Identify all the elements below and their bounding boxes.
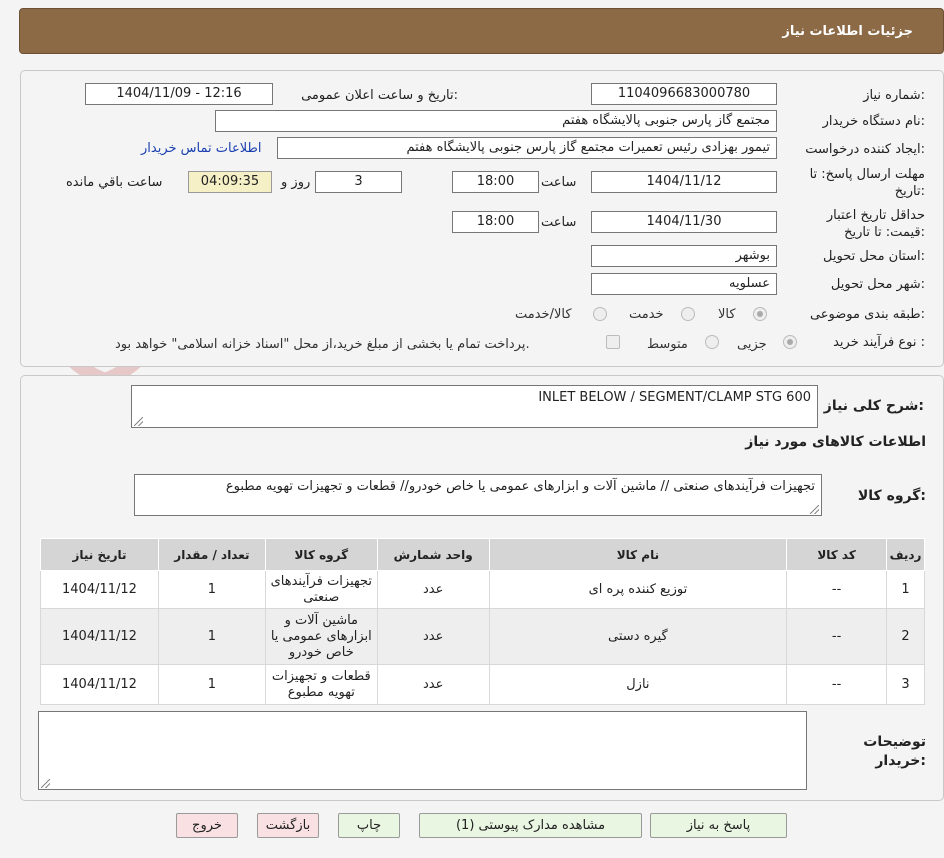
cell-need-date: 1404/11/12 [40, 570, 159, 609]
remaining-time-field: 04:09:35 [188, 171, 272, 193]
cell-quantity: 1 [157, 664, 266, 705]
cell-unit: عدد [376, 664, 490, 705]
announce-field: 1404/11/09 - 12:16 [85, 83, 273, 105]
process-medium-label: متوسط [647, 337, 688, 352]
validity-date-field: 1404/11/30 [591, 211, 777, 233]
table-row: 1 -- توزیع کننده پره ای عدد تجهیزات فرآی… [40, 570, 925, 609]
cell-goods-code: -- [786, 570, 888, 609]
table-row: 2 -- گیره دستی عدد ماشین آلات و ابزارهای… [40, 608, 925, 665]
contact-buyer-link[interactable]: اطلاعات تماس خریدار [141, 141, 261, 156]
treasury-payment-checkbox[interactable] [606, 335, 620, 349]
creator-field: تیمور بهزادی رئیس تعمیرات مجتمع گاز پارس… [277, 137, 777, 159]
print-button[interactable]: چاپ [338, 813, 400, 838]
need-number-field: 1104096683000780 [591, 83, 777, 105]
goods-group-text: تجهیزات فرآیندهای صنعتی // ماشین آلات و … [225, 479, 815, 494]
cell-goods-name: توزیع کننده پره ای [488, 570, 788, 609]
cell-quantity: 1 [157, 570, 266, 609]
col-row-number: ردیف [886, 538, 925, 571]
buyer-org-field: مجتمع گاز پارس جنوبی پالایشگاه هفتم [215, 110, 777, 132]
exit-button[interactable]: خروج [176, 813, 238, 838]
goods-group-textarea[interactable]: تجهیزات فرآیندهای صنعتی // ماشین آلات و … [134, 474, 822, 516]
cell-quantity: 1 [157, 608, 266, 665]
deadline-label: مهلت ارسال پاسخ: تا تاریخ: [809, 167, 925, 199]
category-both-radio[interactable] [593, 307, 607, 321]
cell-unit: عدد [376, 570, 490, 609]
description-label: شرح کلی نیاز: [823, 398, 924, 414]
category-goods-radio[interactable] [753, 307, 767, 321]
cell-goods-group: قطعات و تجهیزات تهویه مطبوع [264, 664, 378, 705]
table-row: 3 -- نازل عدد قطعات و تجهیزات تهویه مطبو… [40, 664, 925, 705]
process-minor-radio[interactable] [783, 335, 797, 349]
deadline-time-field: 18:00 [452, 171, 539, 193]
process-label: نوع فرآیند خرید : [833, 335, 925, 350]
category-service-label: خدمت [629, 307, 664, 322]
category-label: طبقه بندی موضوعی: [809, 307, 925, 322]
deadline-date-field: 1404/11/12 [591, 171, 777, 193]
col-quantity: تعداد / مقدار [157, 538, 266, 571]
description-text: INLET BELOW / SEGMENT/CLAMP STG 600 [538, 390, 811, 405]
province-field: بوشهر [591, 245, 777, 267]
payment-note: پرداخت تمام یا بخشی از مبلغ خرید،از محل … [115, 337, 530, 352]
need-number-label: شماره نیاز: [863, 88, 925, 103]
table-header-row: ردیف کد کالا نام کالا واحد شمارش گروه کا… [40, 538, 925, 571]
buyer-org-label: نام دستگاه خریدار: [822, 114, 925, 129]
cell-need-date: 1404/11/12 [40, 608, 159, 665]
cell-goods-group: ماشین آلات و ابزارهای عمومی یا خاص خودرو [264, 608, 378, 665]
col-need-date: تاریخ نیاز [40, 538, 159, 571]
validity-time-field: 18:00 [452, 211, 539, 233]
cell-unit: عدد [376, 608, 490, 665]
page-title: جزئیات اطلاعات نیاز [782, 24, 913, 39]
city-field: عسلویه [591, 273, 777, 295]
cell-goods-name: گیره دستی [488, 608, 788, 665]
creator-label: ایجاد کننده درخواست: [805, 142, 925, 157]
announce-label: تاریخ و ساعت اعلان عمومی: [301, 88, 458, 103]
cell-row-number: 1 [886, 570, 925, 609]
cell-goods-code: -- [786, 608, 888, 665]
col-goods-name: نام کالا [488, 538, 788, 571]
resize-grip-icon[interactable] [810, 505, 819, 514]
days-field: 3 [315, 171, 402, 193]
city-label: شهر محل تحویل: [830, 277, 925, 292]
goods-table: ردیف کد کالا نام کالا واحد شمارش گروه کا… [40, 538, 925, 705]
goods-info-title: اطلاعات کالاهای مورد نیاز [745, 434, 926, 450]
cell-row-number: 3 [886, 664, 925, 705]
validity-time-label: ساعت [541, 215, 577, 230]
buyer-notes-textarea[interactable] [38, 711, 807, 790]
resize-grip-icon[interactable] [41, 779, 50, 788]
days-label: روز و [281, 175, 311, 190]
cell-need-date: 1404/11/12 [40, 664, 159, 705]
page-header: جزئیات اطلاعات نیاز [19, 8, 944, 54]
deadline-time-label: ساعت [541, 175, 577, 190]
process-minor-label: جزیی [737, 337, 767, 352]
buyer-notes-label: توضیحات خریدار: [863, 734, 926, 769]
category-goods-label: کالا [718, 307, 736, 322]
reply-button[interactable]: پاسخ به نیاز [650, 813, 787, 838]
validity-label: حداقل تاریخ اعتبار قیمت: تا تاریخ: [826, 208, 925, 240]
col-unit: واحد شمارش [376, 538, 490, 571]
view-attachments-button[interactable]: مشاهده مدارک پیوستی (1) [419, 813, 642, 838]
description-textarea[interactable]: INLET BELOW / SEGMENT/CLAMP STG 600 [131, 385, 818, 428]
cell-row-number: 2 [886, 608, 925, 665]
cell-goods-group: تجهیزات فرآیندهای صنعتی [264, 570, 378, 609]
province-label: استان محل تحویل: [823, 249, 925, 264]
category-service-radio[interactable] [681, 307, 695, 321]
col-goods-code: کد کالا [786, 538, 888, 571]
goods-group-label: گروه کالا: [857, 488, 926, 504]
category-both-label: کالا/خدمت [515, 307, 572, 322]
cell-goods-code: -- [786, 664, 888, 705]
resize-grip-icon[interactable] [134, 417, 143, 426]
cell-goods-name: نازل [488, 664, 788, 705]
remaining-label: ساعت باقي مانده [66, 175, 163, 190]
col-goods-group: گروه کالا [264, 538, 378, 571]
back-button[interactable]: بازگشت [257, 813, 319, 838]
form-panel: شماره نیاز: 1104096683000780 تاریخ و ساع… [20, 70, 944, 367]
process-medium-radio[interactable] [705, 335, 719, 349]
